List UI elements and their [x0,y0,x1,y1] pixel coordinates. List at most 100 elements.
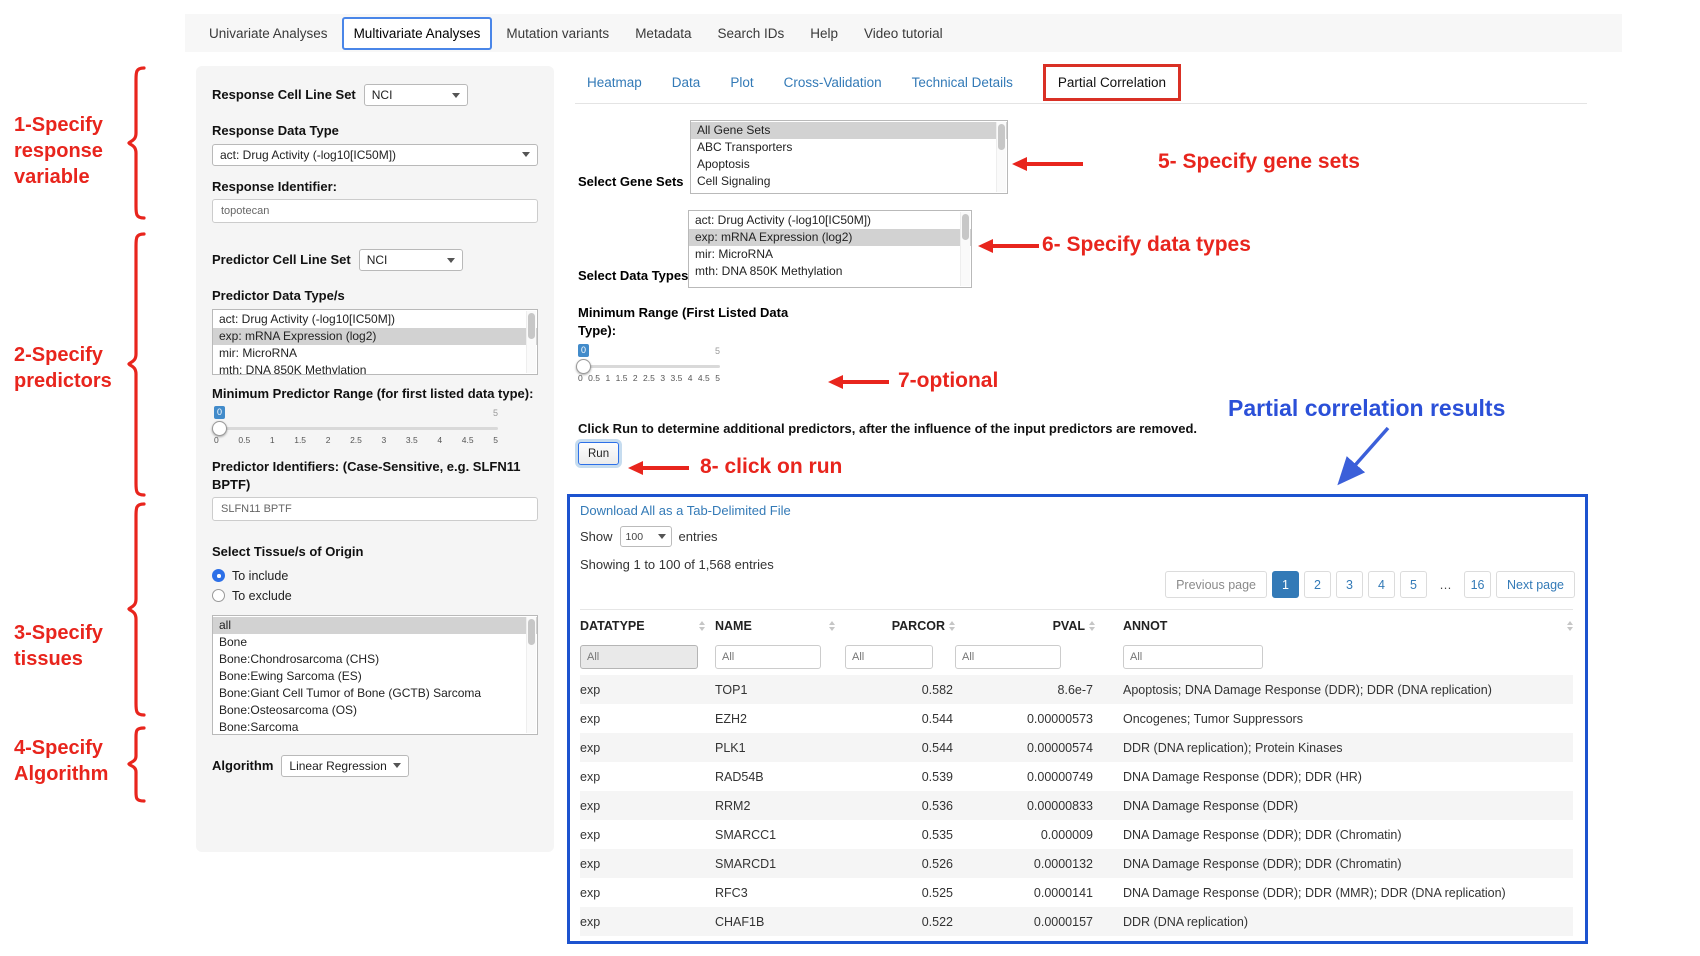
table-body: exp TOP1 0.582 8.6e-7 Apoptosis; DNA Dam… [580,675,1573,936]
predictor-data-types-listbox: act: Drug Activity (-log10[IC50M])exp: m… [212,309,538,375]
download-link[interactable]: Download All as a Tab-Delimited File [580,503,791,518]
response-identifier-input[interactable]: topotecan [212,199,538,223]
scrollbar[interactable] [960,212,970,286]
listbox-option[interactable]: Bone:Osteosarcoma (OS) [213,702,537,719]
predictor-identifiers-input[interactable]: SLFN11 BPTF [212,497,538,521]
filter-input-pval[interactable] [955,645,1061,669]
cell-datatype: exp [580,828,715,842]
response-cell-line-set-select[interactable]: NCI [364,84,468,106]
cell-parcor: 0.535 [845,828,955,842]
annotation-step-5: 5- Specify gene sets [1158,148,1418,175]
slider-tick-label: 0.5 [238,435,250,445]
analysis-tab[interactable]: Cross-Validation [784,75,882,90]
listbox-option[interactable]: Apoptosis [691,156,1007,173]
listbox-option[interactable]: act: Drug Activity (-log10[IC50M]) [213,311,537,328]
annotation-step-7: 7-optional [898,367,1058,394]
page-number-button[interactable]: 16 [1464,571,1491,598]
chevron-down-icon [393,763,401,768]
page-number-button[interactable]: … [1432,571,1459,598]
analysis-tab[interactable]: Plot [730,75,753,90]
column-header-parcor[interactable]: PARCOR [845,619,955,633]
listbox-option[interactable]: All Gene Sets [691,122,1007,139]
column-header-datatype[interactable]: DATATYPE [580,619,715,633]
filter-input-annot[interactable] [1123,645,1263,669]
filter-input-datatype[interactable] [580,645,698,669]
analysis-tab[interactable]: Partial Correlation [1043,64,1181,101]
column-header-pval[interactable]: PVAL [955,619,1095,633]
listbox-option[interactable]: Bone:Giant Cell Tumor of Bone (GCTB) Sar… [213,685,537,702]
analysis-tab[interactable]: Technical Details [912,75,1013,90]
response-data-type-select[interactable]: act: Drug Activity (-log10[IC50M]) [212,144,538,166]
entries-count-select[interactable]: 100 [620,526,672,547]
partial-correlation-results-panel: Download All as a Tab-Delimited File Sho… [567,494,1588,944]
sort-icon[interactable] [1567,621,1573,631]
listbox-option[interactable]: all [213,617,537,634]
analysis-tab[interactable]: Data [672,75,701,90]
listbox-option[interactable]: act: Drug Activity (-log10[IC50M]) [689,212,971,229]
predictor-data-types-label: Predictor Data Type/s [212,287,538,305]
previous-page-button[interactable]: Previous page [1165,571,1267,598]
table-row: exp SMARCC1 0.535 0.000009 DNA Damage Re… [580,820,1573,849]
scrollbar[interactable] [996,122,1006,192]
nav-tab[interactable]: Search IDs [705,26,796,41]
min-range-slider: 0 5 00.511.522.533.544.55 [578,344,720,386]
listbox-option[interactable]: ABC Transporters [691,139,1007,156]
listbox-option[interactable]: Bone [213,634,537,651]
filter-input-parcor[interactable] [845,645,933,669]
page-number-button[interactable]: 4 [1368,571,1395,598]
include-radio[interactable] [212,569,225,582]
predictor-identifiers-label: Predictor Identifiers: (Case-Sensitive, … [212,458,544,493]
exclude-radio[interactable] [212,589,225,602]
cell-annot: Oncogenes; Tumor Suppressors [1095,712,1573,726]
page-number-button[interactable]: 3 [1336,571,1363,598]
filter-input-name[interactable] [715,645,821,669]
nav-tab[interactable]: Metadata [623,26,703,41]
scrollbar[interactable] [526,617,536,733]
sort-icon[interactable] [699,621,705,631]
listbox-option[interactable]: Cell Signaling [691,173,1007,190]
slider-handle[interactable] [576,359,591,374]
response-identifier-label: Response Identifier: [212,178,538,196]
chevron-down-icon [452,93,460,98]
nav-tab[interactable]: Help [798,26,850,41]
predictor-cell-line-set-select[interactable]: NCI [359,249,463,271]
cell-pval: 0.00000833 [955,799,1095,813]
listbox-option[interactable]: mir: MicroRNA [689,246,971,263]
next-page-button[interactable]: Next page [1496,571,1575,598]
cell-annot: Apoptosis; DNA Damage Response (DDR); DD… [1095,683,1573,697]
column-header-annot[interactable]: ANNOT [1095,619,1573,633]
slider-handle[interactable] [212,421,227,436]
cell-parcor: 0.544 [845,712,955,726]
page-number-button[interactable]: 5 [1400,571,1427,598]
include-radio-label: To include [232,569,288,583]
listbox-option[interactable]: Bone:Chondrosarcoma (CHS) [213,651,537,668]
listbox-option[interactable]: mth: DNA 850K Methylation [213,362,537,375]
exclude-radio-label: To exclude [232,589,292,603]
cell-annot: DNA Damage Response (DDR); DDR (Chromati… [1095,828,1573,842]
listbox-option[interactable]: mir: MicroRNA [213,345,537,362]
listbox-option[interactable]: mth: DNA 850K Methylation [689,263,971,280]
nav-tab[interactable]: Mutation variants [494,26,621,41]
page-number-button[interactable]: 2 [1304,571,1331,598]
analysis-tab[interactable]: Heatmap [587,75,642,90]
scrollbar[interactable] [526,311,536,373]
min-predictor-range-label: Minimum Predictor Range (for first liste… [212,385,542,403]
algorithm-select[interactable]: Linear Regression [281,755,409,777]
column-header-name[interactable]: NAME [715,619,845,633]
listbox-option[interactable]: exp: mRNA Expression (log2) [689,229,971,246]
nav-tab[interactable]: Univariate Analyses [197,26,340,41]
algorithm-label: Algorithm [212,757,273,775]
listbox-option[interactable]: Bone:Ewing Sarcoma (ES) [213,668,537,685]
sort-icon[interactable] [829,621,835,631]
listbox-option[interactable]: exp: mRNA Expression (log2) [213,328,537,345]
run-button[interactable]: Run [578,442,619,465]
annotation-step-2: 2-Specify predictors [14,342,124,394]
nav-tab[interactable]: Video tutorial [852,26,955,41]
slider-tick-label: 4.5 [462,435,474,445]
cell-name: RAD54B [715,770,845,784]
page-number-button[interactable]: 1 [1272,571,1299,598]
nav-tab[interactable]: Multivariate Analyses [342,17,493,50]
listbox-option[interactable]: Bone:Sarcoma [213,719,537,735]
annotation-step-4: 4-Specify Algorithm [14,735,134,787]
cell-pval: 0.0000157 [955,915,1095,929]
